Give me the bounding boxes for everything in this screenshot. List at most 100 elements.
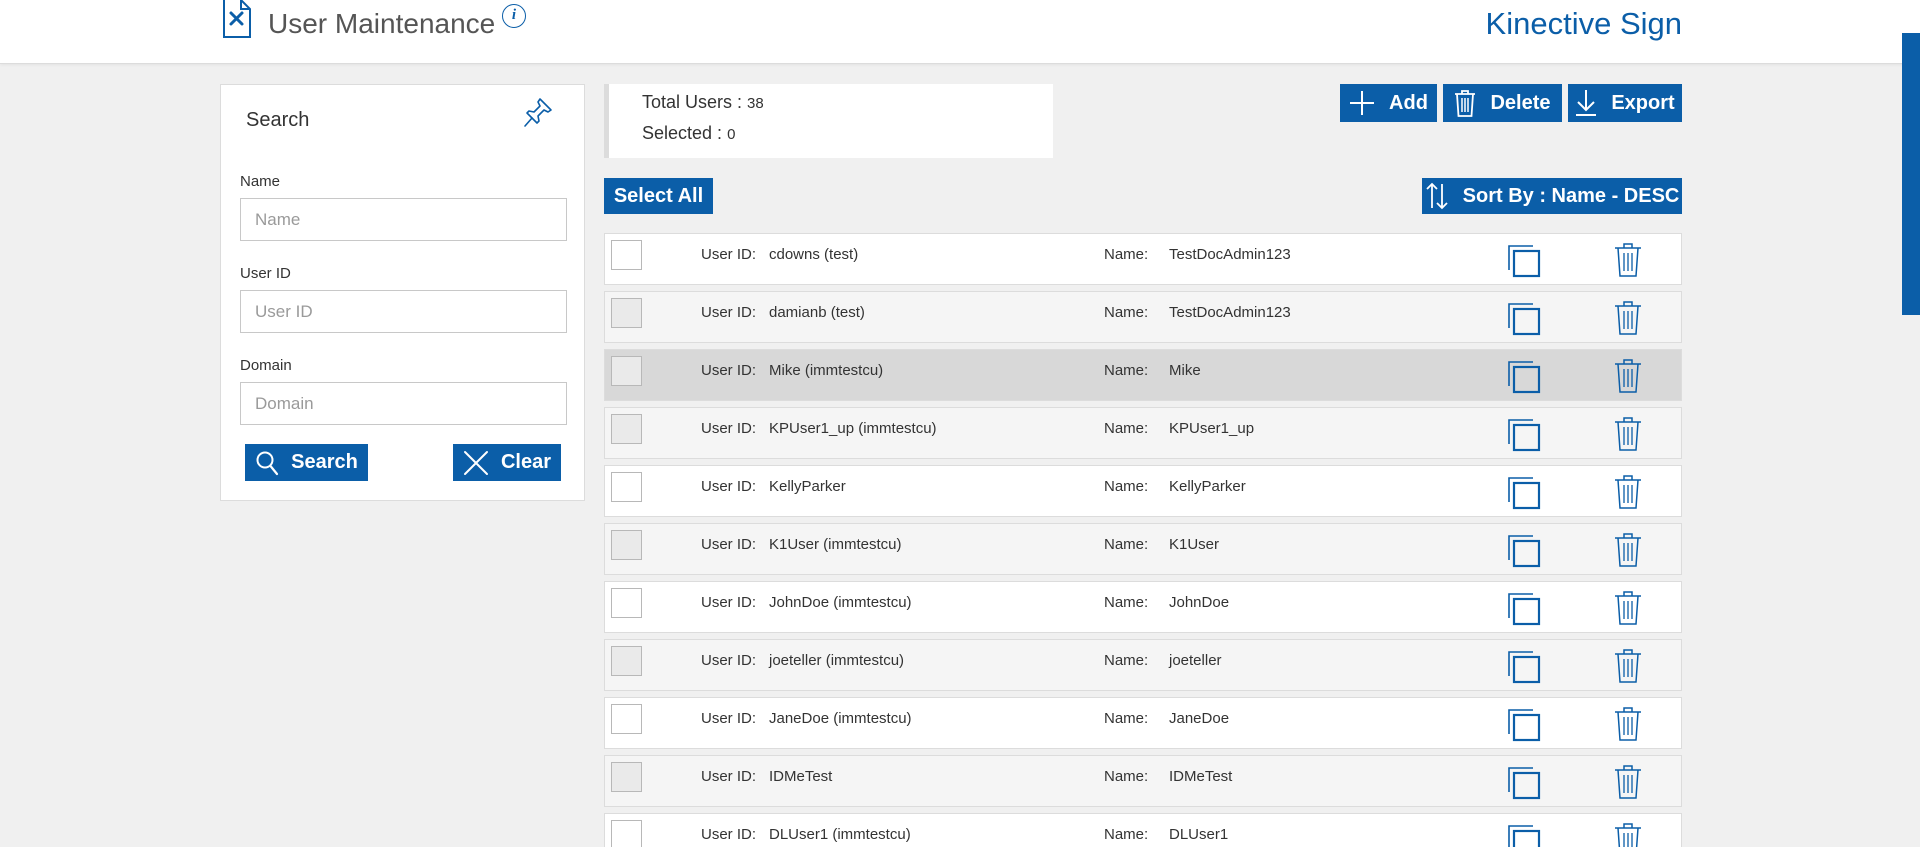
trash-icon[interactable]: [1613, 358, 1643, 394]
trash-icon[interactable]: [1613, 706, 1643, 742]
user-id-key: User ID:: [701, 246, 757, 263]
name-label: Name: [240, 173, 281, 190]
table-row[interactable]: User ID: Mike (immtestcu) Name: Mike: [604, 349, 1682, 401]
table-row[interactable]: User ID: JohnDoe (immtestcu) Name: JohnDoe: [604, 581, 1682, 633]
total-users: Total Users : 38: [642, 92, 764, 113]
row-checkbox[interactable]: [611, 646, 642, 676]
name-key: Name:: [1104, 652, 1149, 669]
table-row[interactable]: User ID: cdowns (test) Name: TestDocAdmin12…: [604, 233, 1682, 285]
selected-users-label: Selected :: [642, 123, 728, 143]
row-checkbox[interactable]: [611, 414, 642, 444]
row-checkbox[interactable]: [611, 240, 642, 270]
trash-icon[interactable]: [1613, 764, 1643, 800]
table-row[interactable]: User ID: DLUser1 (immtestcu) Name: DLUser1: [604, 813, 1682, 847]
user-id-key: User ID:: [701, 420, 757, 437]
copy-icon[interactable]: [1507, 824, 1541, 847]
user-id-value: JaneDoe (immtestcu): [769, 710, 912, 727]
user-id-value: joeteller (immtestcu): [769, 652, 905, 669]
trash-icon[interactable]: [1613, 416, 1643, 452]
user-id-key: User ID:: [701, 826, 757, 843]
app-header: User Maintenance i Kinective Sign: [0, 0, 1920, 64]
name-input[interactable]: [240, 198, 567, 241]
domain-label: Domain: [240, 357, 292, 374]
page-title: User Maintenance: [268, 8, 496, 39]
total-users-count: 38: [747, 95, 764, 112]
user-id-value: K1User (immtestcu): [769, 536, 902, 553]
search-button[interactable]: Search: [245, 444, 368, 481]
copy-icon[interactable]: [1507, 476, 1541, 510]
user-id-value: KPUser1_up (immtestcu): [769, 420, 937, 437]
copy-icon[interactable]: [1507, 650, 1541, 684]
name-value: IDMeTest: [1169, 768, 1233, 785]
name-key: Name:: [1104, 478, 1149, 495]
select-all-button[interactable]: Select All: [604, 178, 713, 214]
info-icon[interactable]: i: [502, 4, 526, 28]
name-key: Name:: [1104, 246, 1149, 263]
user-id-input[interactable]: [240, 290, 567, 333]
add-button-label: Add: [1389, 91, 1428, 114]
search-button-label: Search: [291, 451, 358, 473]
user-id-key: User ID:: [701, 304, 757, 321]
trash-icon[interactable]: [1613, 300, 1643, 336]
table-row[interactable]: User ID: K1User (immtestcu) Name: K1User: [604, 523, 1682, 575]
name-key: Name:: [1104, 594, 1149, 611]
clear-button[interactable]: Clear: [453, 444, 561, 481]
row-checkbox[interactable]: [611, 588, 642, 618]
table-row[interactable]: User ID: KellyParker Name: KellyParker: [604, 465, 1682, 517]
row-checkbox[interactable]: [611, 472, 642, 502]
copy-icon[interactable]: [1507, 418, 1541, 452]
name-value: TestDocAdmin123: [1169, 246, 1291, 263]
row-checkbox[interactable]: [611, 762, 642, 792]
row-checkbox[interactable]: [611, 298, 642, 328]
row-checkbox[interactable]: [611, 704, 642, 734]
user-id-value: cdowns (test): [769, 246, 859, 263]
table-row[interactable]: User ID: joeteller (immtestcu) Name: joetel…: [604, 639, 1682, 691]
trash-icon[interactable]: [1613, 474, 1643, 510]
trash-icon[interactable]: [1613, 242, 1643, 278]
row-checkbox[interactable]: [611, 356, 642, 386]
copy-icon[interactable]: [1507, 592, 1541, 626]
copy-icon[interactable]: [1507, 534, 1541, 568]
copy-icon[interactable]: [1507, 360, 1541, 394]
table-row[interactable]: User ID: IDMeTest Name: IDMeTest: [604, 755, 1682, 807]
table-row[interactable]: User ID: JaneDoe (immtestcu) Name: JaneDoe: [604, 697, 1682, 749]
delete-button[interactable]: Delete: [1443, 84, 1562, 122]
user-id-key: User ID:: [701, 652, 757, 669]
sort-button-label: Sort By : Name - DESC: [1462, 184, 1680, 207]
name-value: DLUser1: [1169, 826, 1229, 843]
row-checkbox[interactable]: [611, 820, 642, 847]
selected-users-count: 0: [727, 126, 736, 143]
trash-icon[interactable]: [1613, 822, 1643, 847]
name-key: Name:: [1104, 420, 1149, 437]
copy-icon[interactable]: [1507, 766, 1541, 800]
name-key: Name:: [1104, 710, 1149, 727]
vertical-scrollbar-thumb[interactable]: [1902, 33, 1920, 315]
domain-input[interactable]: [240, 382, 567, 425]
copy-icon[interactable]: [1507, 302, 1541, 336]
brand-name: Kinective Sign: [1485, 6, 1682, 41]
user-id-value: IDMeTest: [769, 768, 833, 785]
sort-arrows-icon: [1426, 182, 1448, 210]
add-button[interactable]: Add: [1340, 84, 1437, 122]
name-key: Name:: [1104, 768, 1149, 785]
trash-icon[interactable]: [1613, 648, 1643, 684]
user-id-value: JohnDoe (immtestcu): [769, 594, 912, 611]
user-id-value: Mike (immtestcu): [769, 362, 884, 379]
copy-icon[interactable]: [1507, 244, 1541, 278]
close-icon: [463, 450, 488, 475]
row-checkbox[interactable]: [611, 530, 642, 560]
name-value: KellyParker: [1169, 478, 1246, 495]
pin-icon[interactable]: [521, 95, 555, 131]
tools-document-icon: [223, 0, 251, 38]
table-row[interactable]: User ID: damianb (test) Name: TestDocAdmin1…: [604, 291, 1682, 343]
trash-icon[interactable]: [1613, 532, 1643, 568]
sort-button[interactable]: Sort By : Name - DESC: [1422, 178, 1682, 214]
table-row[interactable]: User ID: KPUser1_up (immtestcu) Name: KPUse…: [604, 407, 1682, 459]
copy-icon[interactable]: [1507, 708, 1541, 742]
export-button[interactable]: Export: [1568, 84, 1682, 122]
user-id-key: User ID:: [701, 536, 757, 553]
trash-icon[interactable]: [1613, 590, 1643, 626]
user-id-label: User ID: [240, 265, 291, 282]
selected-users: Selected : 0: [642, 123, 735, 144]
name-value: Mike: [1169, 362, 1201, 379]
